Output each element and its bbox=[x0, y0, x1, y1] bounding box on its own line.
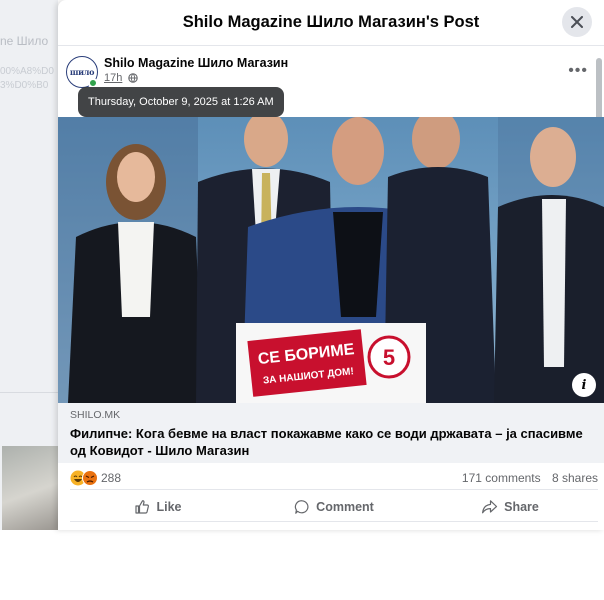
info-icon: i bbox=[581, 377, 587, 393]
comment-icon bbox=[295, 499, 309, 514]
share-label: Share bbox=[504, 499, 539, 514]
comment-label: Comment bbox=[316, 499, 374, 514]
more-icon: ••• bbox=[568, 62, 588, 79]
share-button[interactable]: Share bbox=[422, 492, 598, 521]
link-preview-image[interactable]: СЕ БОРИМЕ ЗА НАШИОТ ДОМ! 5 i bbox=[58, 117, 604, 403]
like-label: Like bbox=[156, 499, 182, 514]
thumbs-up-icon bbox=[135, 499, 150, 514]
share-icon bbox=[482, 499, 498, 513]
post-stats: 288 171 comments 8 shares bbox=[70, 466, 598, 490]
avatar-logo-text: шило bbox=[69, 67, 95, 77]
comment-button[interactable]: Comment bbox=[246, 492, 422, 521]
close-icon bbox=[571, 16, 583, 28]
globe-icon bbox=[128, 73, 138, 83]
link-domain: SHILO.MK bbox=[70, 409, 121, 421]
background-text: 3%D0%B0 bbox=[0, 80, 49, 91]
link-preview-meta[interactable]: SHILO.MK Филипче: Кога бевме на власт по… bbox=[58, 403, 604, 463]
background-text: 00%A8%D0 bbox=[0, 66, 54, 77]
comments-count-link[interactable]: 171 comments bbox=[462, 471, 541, 485]
dialog-header: Shilo Magazine Шило Магазин's Post bbox=[58, 0, 604, 46]
screen: ne Шило 00%A8%D0 3%D0%B0 Shilo Magazine … bbox=[0, 0, 604, 600]
angry-icon bbox=[82, 470, 98, 486]
engagement-counts: 171 comments 8 shares bbox=[454, 471, 598, 485]
background-thumbnail bbox=[2, 446, 58, 530]
background-page: ne Шило 00%A8%D0 3%D0%B0 bbox=[0, 0, 58, 530]
like-button[interactable]: Like bbox=[70, 492, 246, 521]
close-button[interactable] bbox=[562, 7, 592, 37]
link-title[interactable]: Филипче: Кога бевме на власт покажавме к… bbox=[70, 425, 592, 459]
reaction-count[interactable]: 288 bbox=[101, 471, 121, 485]
press-conference-photo: СЕ БОРИМЕ ЗА НАШИОТ ДОМ! 5 bbox=[58, 117, 604, 403]
post-header: шило Shilo Magazine Шило Магазин 17h ••• bbox=[66, 56, 592, 90]
dialog-title: Shilo Magazine Шило Магазин's Post bbox=[182, 13, 480, 31]
divider bbox=[0, 392, 58, 393]
reactions-icons[interactable] bbox=[70, 469, 100, 487]
podium-number: 5 bbox=[383, 345, 395, 370]
post-actions: Like Comment Share bbox=[70, 492, 598, 522]
page-name-link[interactable]: Shilo Magazine Шило Магазин bbox=[104, 56, 288, 70]
post-timestamp-link[interactable]: 17h bbox=[104, 72, 122, 84]
background-text: ne Шило bbox=[0, 34, 49, 48]
post-dialog: Shilo Magazine Шило Магазин's Post шило … bbox=[58, 0, 604, 530]
more-options-button[interactable]: ••• bbox=[568, 62, 588, 80]
shares-count-link[interactable]: 8 shares bbox=[552, 471, 598, 485]
info-button[interactable]: i bbox=[572, 373, 596, 397]
timestamp-tooltip: Thursday, October 9, 2025 at 1:26 AM bbox=[78, 87, 284, 117]
